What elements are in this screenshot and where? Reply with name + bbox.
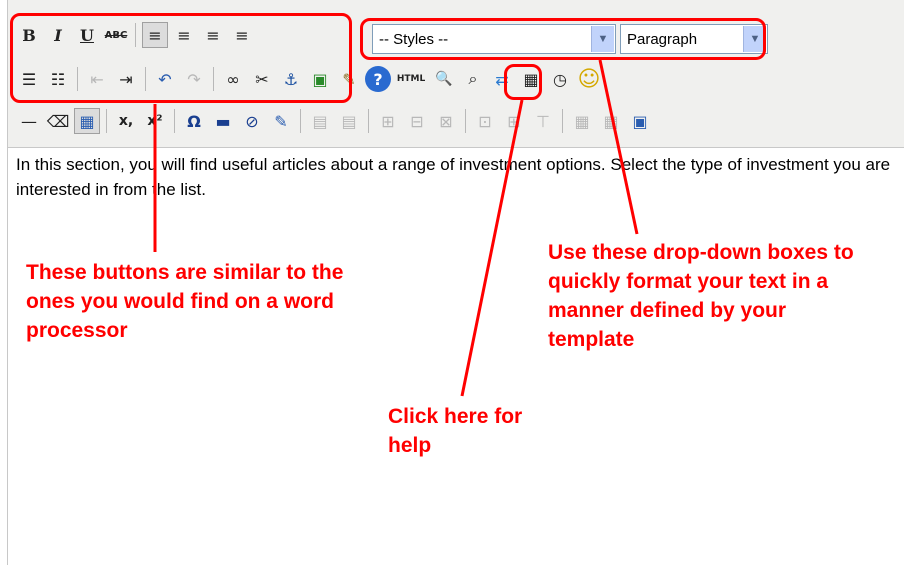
dropdown-pointer-line <box>598 59 639 235</box>
help-pointer-line <box>460 99 524 397</box>
dropdown-annotation: Use these drop-down boxes to quickly for… <box>548 241 854 351</box>
help-annotation: Click here for help <box>388 405 523 457</box>
buttons-annotation: These buttons are similar to the ones yo… <box>26 261 344 342</box>
